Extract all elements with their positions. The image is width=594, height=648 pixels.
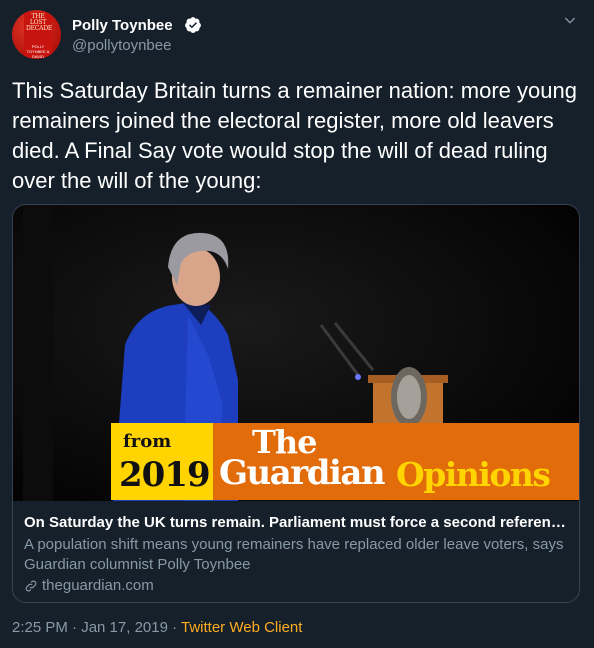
card-image[interactable]: from 2019 The Guardian Opinions [13,205,579,501]
tweet-header: THE LOST DECADE POLLY TOYNBEE & DAVID WA… [12,10,582,60]
avatar-book-authors: POLLY TOYNBEE & DAVID WALKER [26,44,50,59]
guardian-opinions-banner: from 2019 The Guardian Opinions [111,423,579,500]
author-handle[interactable]: @pollytoynbee [72,37,171,54]
banner-opinions: Opinions [396,455,551,494]
card-domain-row: theguardian.com [24,576,568,596]
card-description: A population shift means young remainers… [24,536,564,573]
avatar-book-title: THE LOST DECADE [26,13,53,32]
client-link[interactable]: Twitter Web Client [181,619,302,636]
avatar[interactable]: THE LOST DECADE POLLY TOYNBEE & DAVID WA… [12,10,61,59]
author-name[interactable]: Polly Toynbee [72,17,173,34]
card-title[interactable]: On Saturday the UK turns remain. Parliam… [24,513,568,533]
card-body[interactable]: On Saturday the UK turns remain. Parliam… [13,501,579,602]
tweet-text: This Saturday Britain turns a remainer n… [12,78,577,193]
banner-year-box: from 2019 [111,423,213,500]
chevron-down-icon[interactable] [562,12,578,28]
banner-guardian: Guardian [219,453,386,493]
tweet-meta: 2:25 PM · Jan 17, 2019 · Twitter Web Cli… [12,619,302,636]
verified-badge-icon [185,17,201,33]
tweet-timestamp[interactable]: 2:25 PM · Jan 17, 2019 · [12,619,181,636]
link-card[interactable]: from 2019 The Guardian Opinions On Satur… [12,204,580,603]
banner-year: 2019 [119,455,211,495]
banner-from: from [123,431,172,452]
link-icon [25,580,37,592]
card-domain: theguardian.com [42,577,154,594]
